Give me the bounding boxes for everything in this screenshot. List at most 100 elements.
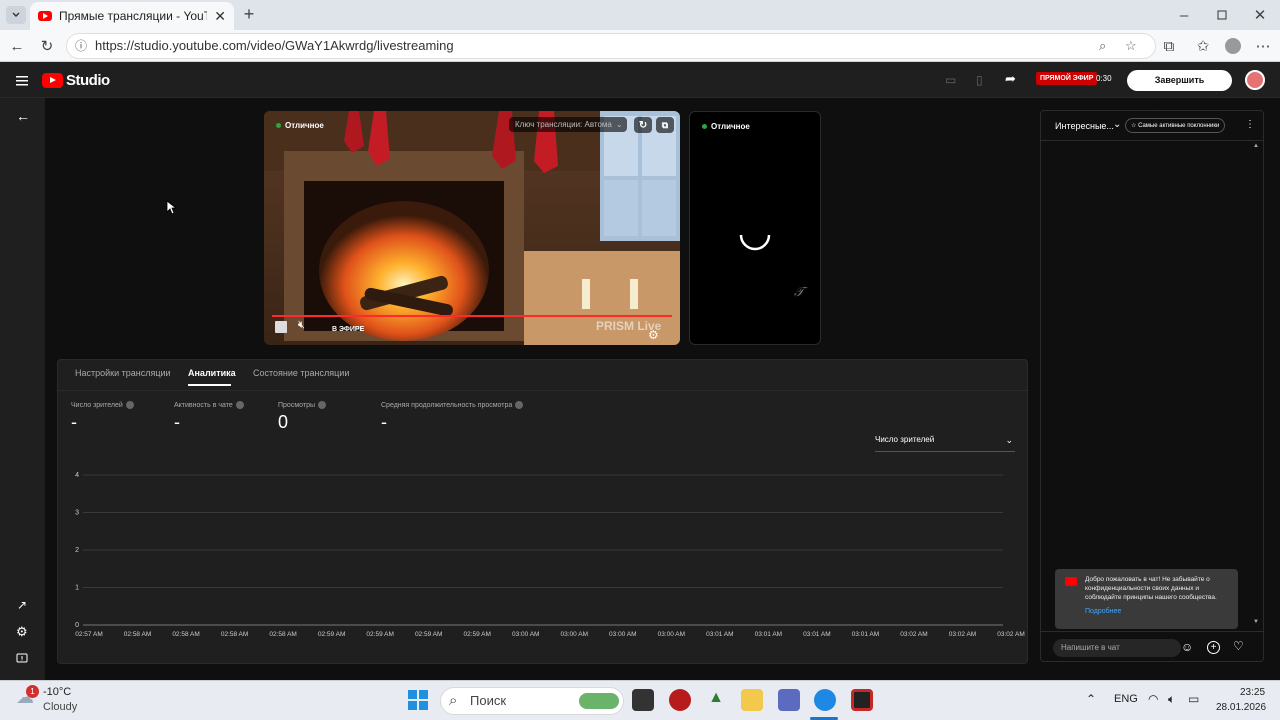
bookmark-icon[interactable]: ▯ <box>976 73 983 87</box>
chevron-up-icon[interactable]: ⌃ <box>1086 692 1096 706</box>
browser-menu-icon[interactable]: ⋯ <box>1254 37 1272 55</box>
end-stream-button[interactable]: Завершить трансляцию <box>1127 70 1232 106</box>
language-indicator[interactable]: ENG <box>1114 693 1138 705</box>
refresh-key-icon[interactable]: ↻ <box>634 117 652 133</box>
battery-icon[interactable]: ▭ <box>1188 692 1199 706</box>
live-badge: ПРЯМОЙ ЭФИР <box>1036 72 1098 85</box>
minimize-icon[interactable]: – <box>1175 6 1193 24</box>
tab-stream-settings[interactable]: Настройки трансляции <box>75 368 171 378</box>
mute-icon[interactable]: 🔇︎ <box>298 319 305 332</box>
maximize-icon[interactable] <box>1213 6 1231 24</box>
clock-time[interactable]: 23:25 <box>1240 687 1265 698</box>
hamburger-menu-icon[interactable] <box>16 73 30 91</box>
add-icon[interactable]: + <box>1207 641 1220 654</box>
edge-icon[interactable] <box>814 689 836 711</box>
vertical-health-text: Отличное <box>711 122 750 131</box>
x-tick-label: 03:01 AM <box>803 631 830 638</box>
favorite-star-icon[interactable]: ☆ <box>1125 34 1137 58</box>
app-recorder-icon[interactable] <box>851 689 873 711</box>
scroll-up-icon[interactable]: ▲ <box>1253 143 1259 149</box>
more-options-icon[interactable]: ⋮ <box>1245 119 1255 130</box>
stream-preview[interactable]: Отличное Ключ трансляции: Автома ⌄ ↻ ⧉ 🔇… <box>264 111 680 345</box>
back-icon[interactable]: ← <box>8 37 26 55</box>
tab-analytics[interactable]: Аналитика <box>188 368 236 378</box>
teams-icon[interactable] <box>778 689 800 711</box>
left-rail: ← ↗ ⚙ <box>0 98 45 680</box>
x-tick-label: 03:01 AM <box>706 631 733 638</box>
calendar-icon[interactable]: ▭ <box>945 73 956 87</box>
health-dot-icon <box>276 123 281 128</box>
x-tick-label: 02:58 AM <box>269 631 296 638</box>
browser-tab[interactable]: Прямые трансляции - YouTube S ✕ <box>30 2 234 30</box>
chat-mode-select[interactable]: Интересныe... <box>1055 121 1114 131</box>
x-tick-label: 02:58 AM <box>124 631 151 638</box>
share-icon[interactable]: ➦ <box>1005 71 1016 87</box>
settings-gear-icon[interactable]: ⚙ <box>16 624 28 640</box>
close-window-icon[interactable]: ✕ <box>1251 6 1269 24</box>
y-tick-label: 0 <box>75 622 79 629</box>
x-tick-label: 03:02 AM <box>997 631 1024 638</box>
url-text: https://studio.youtube.com/video/GWaY1Ak… <box>95 38 454 53</box>
zoom-icon[interactable]: ⌕ <box>1099 34 1106 58</box>
x-tick-label: 02:59 AM <box>463 631 490 638</box>
chat-input[interactable]: Напишите в чат <box>1053 639 1181 657</box>
youtube-icon <box>1065 577 1077 586</box>
metric-label-chat: Активность в чате <box>174 401 244 409</box>
file-explorer-icon[interactable] <box>741 689 763 711</box>
tab-stream-health[interactable]: Состояние трансляции <box>253 368 349 378</box>
browser-toolbar: ← ↻ ⓘ https://studio.youtube.com/video/G… <box>0 30 1280 62</box>
profile-icon[interactable] <box>1224 37 1242 55</box>
help-icon <box>318 401 326 409</box>
reload-icon[interactable]: ↻ <box>38 37 56 55</box>
chevron-down-icon: ⌄ <box>1005 435 1013 445</box>
live-timer: 0:30 <box>1096 74 1112 83</box>
close-tab-icon[interactable]: ✕ <box>214 8 226 25</box>
back-arrow-icon[interactable]: ← <box>16 108 30 124</box>
stop-icon[interactable] <box>275 321 287 333</box>
volume-icon[interactable]: 🔈︎ <box>1168 692 1175 707</box>
taskbar-search[interactable]: ⌕ Поиск <box>440 687 624 715</box>
x-tick-label: 02:58 AM <box>221 631 248 638</box>
app-triangle-icon[interactable]: ▲ <box>705 689 727 711</box>
clock-date[interactable]: 28.01.2026 <box>1216 702 1266 713</box>
learn-more-link[interactable]: Подробнее <box>1085 607 1230 616</box>
copy-key-icon[interactable]: ⧉ <box>656 117 674 133</box>
weather-badge: 1 <box>26 685 39 698</box>
preview-settings-icon[interactable]: ⚙ <box>648 328 659 342</box>
search-icon: ⌕ <box>449 692 458 709</box>
x-tick-label: 03:02 AM <box>949 631 976 638</box>
chevron-down-icon[interactable]: ⌄ <box>1113 119 1121 130</box>
emoji-icon[interactable]: ☺ <box>1181 640 1193 654</box>
wifi-icon[interactable]: ◠ <box>1148 692 1158 706</box>
stream-key-select[interactable]: Ключ трансляции: Автома ⌄ <box>509 117 627 132</box>
logo-text: Studio <box>66 72 110 89</box>
x-tick-label: 03:00 AM <box>658 631 685 638</box>
metric-label-viewers: Число зрителей <box>71 401 134 409</box>
studio-logo[interactable]: Studio <box>42 72 110 89</box>
x-tick-label: 02:58 AM <box>172 631 199 638</box>
address-bar[interactable]: ⓘ https://studio.youtube.com/video/GWaY1… <box>66 33 1156 59</box>
new-tab-icon[interactable]: + <box>240 4 258 24</box>
x-tick-label: 02:59 AM <box>415 631 442 638</box>
weather-temp[interactable]: -10°C <box>43 686 71 698</box>
site-info-icon[interactable]: ⓘ <box>75 34 87 58</box>
tab-list-chevron-icon[interactable] <box>6 6 26 24</box>
top-fans-chip[interactable]: ☆ Самые активные поклонники <box>1125 118 1226 133</box>
chart-metric-select[interactable]: Число зрителей ⌄ <box>875 435 1015 452</box>
analytics-panel: Настройки трансляции Аналитика Состояние… <box>57 359 1028 664</box>
x-tick-label: 02:59 AM <box>366 631 393 638</box>
channel-avatar[interactable] <box>1245 70 1265 90</box>
extensions-icon[interactable]: ⧉ <box>1160 37 1178 55</box>
windows-start-icon[interactable] <box>408 690 428 715</box>
heart-icon[interactable]: ♡ <box>1233 639 1244 653</box>
task-view-icon[interactable] <box>632 689 654 711</box>
feedback-icon[interactable] <box>16 652 28 670</box>
star-icon: ☆ <box>1131 123 1137 129</box>
app-red-icon[interactable] <box>669 689 691 711</box>
viewers-chart: 4 3 2 1 0 02:57 AM 02:58 AM 02:58 AM 02:58 AM 02:… <box>75 472 1025 638</box>
open-external-icon[interactable]: ↗ <box>17 598 27 612</box>
scroll-down-icon[interactable]: ▼ <box>1253 619 1259 625</box>
favorites-icon[interactable]: ✩ <box>1194 37 1212 55</box>
vertical-preview[interactable]: Отличное 𝒯 <box>689 111 821 345</box>
stream-key-text: Ключ трансляции: Автома <box>515 120 612 129</box>
